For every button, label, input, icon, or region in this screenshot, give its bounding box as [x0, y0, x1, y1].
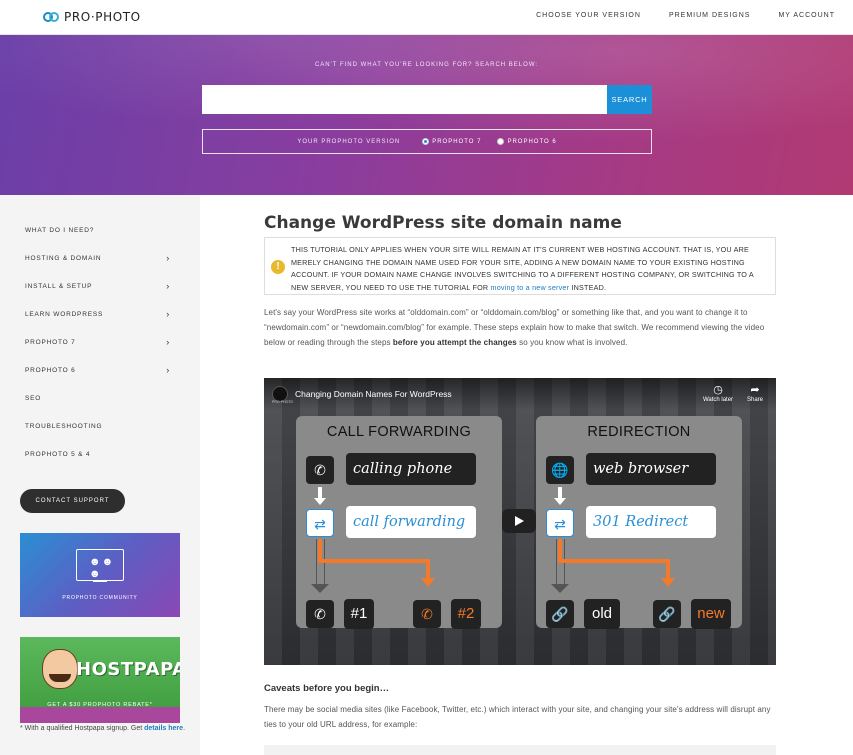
top-nav: CHOOSE YOUR VERSION PREMIUM DESIGNS MY A…	[536, 12, 835, 19]
video-title[interactable]: Changing Domain Names For WordPress	[295, 389, 452, 399]
moving-to-new-server-link[interactable]: moving to a new server	[491, 283, 570, 292]
video-player[interactable]: CALL FORWARDING ✆ calling phone ⇄ call f…	[264, 378, 776, 665]
globe-icon: 🌐	[546, 456, 574, 484]
down-arrow-icon	[554, 487, 566, 505]
prophoto-community-banner[interactable]: ☻☻☻ PROPHOTO COMMUNITY	[20, 533, 180, 617]
notice-text: THIS TUTORIAL ONLY APPLIES WHEN YOUR SIT…	[291, 245, 754, 292]
community-caption: PROPHOTO COMMUNITY	[62, 595, 138, 601]
tutorial-notice: ! THIS TUTORIAL ONLY APPLIES WHEN YOUR S…	[264, 237, 776, 295]
video-header: PRO·PHOTO Changing Domain Names For Word…	[264, 378, 776, 410]
sidebar-item-learn-wordpress[interactable]: LEARN WORDPRESS ›	[25, 306, 170, 322]
intro-paragraph: Let's say your WordPress site works at “…	[264, 308, 765, 347]
old-domain-box: old	[584, 599, 620, 629]
prophoto-logo[interactable]: PRO·PHOTO	[43, 10, 141, 24]
hostpapa-strip	[20, 707, 180, 723]
version-label: YOUR PROPHOTO VERSION	[297, 138, 401, 145]
chevron-right-icon: ›	[166, 281, 170, 291]
search-label: CAN'T FIND WHAT YOU'RE LOOKING FOR? SEAR…	[314, 62, 539, 68]
logo-rings-icon	[43, 10, 59, 24]
phone-orange-icon: ✆	[413, 600, 441, 628]
sidebar-item-install-setup[interactable]: INSTALL & SETUP ›	[25, 278, 170, 294]
sidebar-item-prophoto-5-4[interactable]: PROPHOTO 5 & 4	[25, 446, 170, 462]
search-button[interactable]: SEARCH	[607, 85, 652, 114]
call-forwarding-box: call forwarding	[346, 506, 476, 538]
channel-name: PRO·PHOTO	[272, 400, 294, 404]
hostpapa-mascot-icon	[42, 649, 78, 689]
play-button[interactable]	[502, 509, 536, 533]
example-box	[264, 745, 776, 755]
radio-prophoto-6[interactable]: PROPHOTO 6	[497, 138, 556, 145]
web-browser-box: web browser	[586, 453, 716, 485]
sidebar-item-prophoto-7[interactable]: PROPHOTO 7 ›	[25, 334, 170, 350]
orange-arrow-icon	[661, 578, 675, 587]
link-orange-icon: 🔗	[653, 600, 681, 628]
calling-phone-box: calling phone	[346, 453, 476, 485]
share-icon: ➦	[750, 384, 760, 396]
down-arrow-icon	[314, 487, 326, 505]
page-title: Change WordPress site domain name	[264, 213, 622, 233]
chevron-right-icon: ›	[166, 337, 170, 347]
radio-unselected-icon[interactable]	[497, 138, 505, 145]
sidebar-item-prophoto-6[interactable]: PROPHOTO 6 ›	[25, 362, 170, 378]
chevron-right-icon: ›	[166, 253, 170, 263]
panel-title: CALL FORWARDING	[326, 424, 472, 440]
redirection-panel: REDIRECTION 🌐 web browser ⇄ 301 Redirect…	[536, 416, 742, 629]
link-icon: 🔗	[546, 600, 574, 628]
sidebar-item-seo[interactable]: SEO	[25, 390, 170, 406]
caveats-heading: Caveats before you begin…	[264, 683, 390, 694]
orange-arrow-icon	[421, 578, 435, 587]
hostpapa-note: * With a qualified Hostpapa signup. Get …	[20, 725, 186, 732]
sidebar-item-what-do-i-need[interactable]: WHAT DO I NEED?	[25, 222, 170, 238]
shuffle-icon: ⇄	[306, 509, 334, 537]
hero-search-section: CAN'T FIND WHAT YOU'RE LOOKING FOR? SEAR…	[0, 35, 853, 195]
sidebar-item-troubleshooting[interactable]: TROUBLESHOOTING	[25, 418, 170, 434]
caveats-paragraph: There may be social media sites (like Fa…	[264, 705, 771, 729]
phone-icon: ✆	[306, 456, 334, 484]
chevron-right-icon: ›	[166, 309, 170, 319]
radio-prophoto-7[interactable]: PROPHOTO 7	[422, 138, 481, 145]
top-bar: PRO·PHOTO CHOOSE YOUR VERSION PREMIUM DE…	[0, 0, 853, 35]
warning-icon: !	[271, 260, 285, 274]
nav-choose-version[interactable]: CHOOSE YOUR VERSION	[536, 12, 641, 19]
version-selector: YOUR PROPHOTO VERSION PROPHOTO 7 PROPHOT…	[202, 129, 652, 154]
hostpapa-logo: HOSTPAPA	[76, 659, 180, 680]
301-redirect-box: 301 Redirect	[586, 506, 716, 538]
sidebar-item-hosting-domain[interactable]: HOSTING & DOMAIN ›	[25, 250, 170, 266]
hostpapa-caption: GET A $30 PROPHOTO REBATE*	[47, 702, 153, 708]
hostpapa-banner[interactable]: HOSTPAPA GET A $30 PROPHOTO REBATE*	[20, 637, 180, 723]
shuffle-icon: ⇄	[546, 509, 574, 537]
radio-selected-icon[interactable]	[422, 138, 430, 145]
clock-icon: ◷	[713, 384, 723, 396]
logo-text: PRO·PHOTO	[64, 10, 141, 24]
search-input[interactable]	[202, 85, 607, 114]
new-domain-box: new	[691, 599, 731, 629]
sidebar: WHAT DO I NEED? HOSTING & DOMAIN › INSTAL…	[0, 195, 200, 755]
destination-2-box: #2	[451, 599, 481, 629]
nav-my-account[interactable]: MY ACCOUNT	[778, 12, 835, 19]
nav-premium-designs[interactable]: PREMIUM DESIGNS	[669, 12, 751, 19]
destination-1-box: #1	[344, 599, 374, 629]
chevron-right-icon: ›	[166, 365, 170, 375]
share-button[interactable]: ➦ Share	[737, 384, 773, 403]
watch-later-button[interactable]: ◷ Watch later	[700, 384, 736, 403]
phone-icon: ✆	[306, 600, 334, 628]
contact-support-button[interactable]: CONTACT SUPPORT	[20, 489, 125, 513]
monitor-people-icon: ☻☻☻	[76, 549, 124, 582]
details-here-link[interactable]: details here	[144, 725, 183, 732]
call-forwarding-panel: CALL FORWARDING ✆ calling phone ⇄ call f…	[296, 416, 502, 629]
panel-title: REDIRECTION	[587, 424, 691, 440]
